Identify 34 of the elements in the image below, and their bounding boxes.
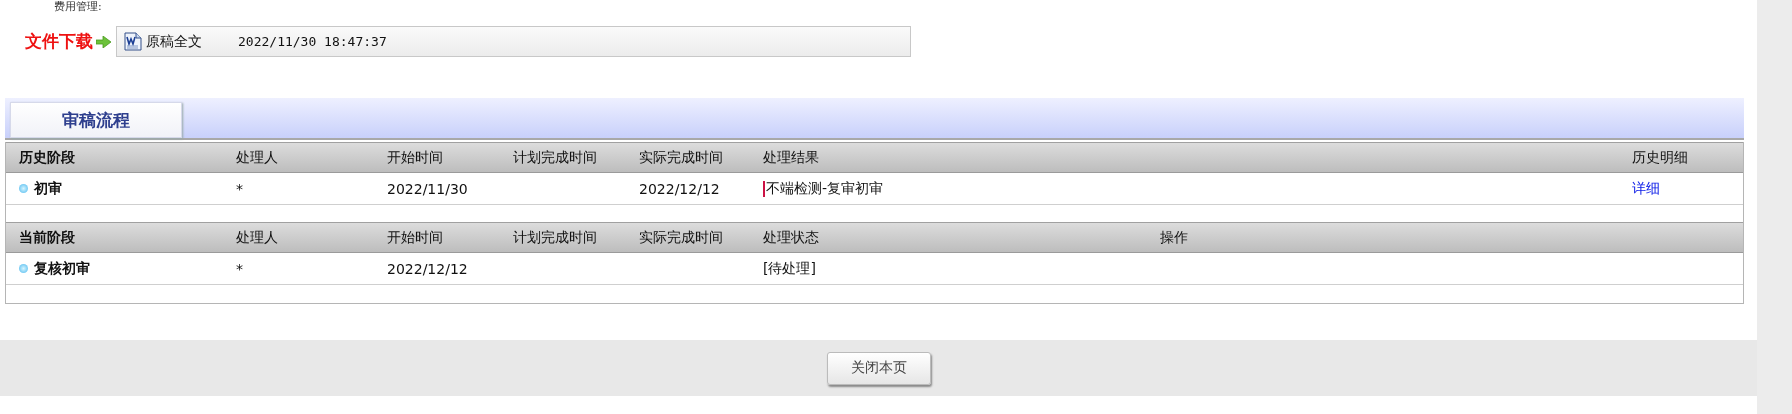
close-page-button[interactable]: 关闭本页	[826, 351, 931, 385]
column-header: 操作	[1160, 228, 1189, 247]
field-label: 费用管理:	[53, 0, 103, 13]
column-header: 开始时间	[387, 228, 444, 247]
table-cell-text: 2022/12/12	[639, 180, 721, 197]
column-header: 处理结果	[763, 148, 820, 167]
table-cell: 复核初审	[34, 259, 90, 278]
document-icon[interactable]	[124, 32, 142, 51]
column-header: 处理状态	[763, 228, 820, 247]
column-header: 实际完成时间	[639, 228, 724, 247]
tab[interactable]: 审稿流程	[10, 102, 182, 138]
column-header: 处理人	[236, 148, 279, 167]
column-header: 历史明细	[1632, 148, 1689, 167]
column-header: 实际完成时间	[639, 148, 724, 167]
table-cell: 不端检测-复审初审	[766, 179, 884, 198]
column-header: 计划完成时间	[513, 148, 598, 167]
table-cell-text: 2022/12/12	[387, 260, 469, 277]
table-cell: 初审	[34, 179, 62, 198]
table-cell-text: *	[236, 180, 244, 197]
column-header: 计划完成时间	[513, 228, 598, 247]
table-cell-text: [待处理]	[763, 259, 817, 278]
column-header: 历史阶段	[18, 148, 76, 167]
detail-link[interactable]: 详细	[1632, 179, 1660, 196]
table-cell-text: *	[236, 260, 244, 277]
column-header: 开始时间	[387, 148, 444, 167]
bullet-icon	[19, 184, 28, 193]
column-header: 处理人	[236, 228, 279, 247]
bullet-icon	[19, 264, 28, 273]
download-label: 文件下载	[25, 30, 93, 53]
file-link[interactable]: 原稿全文	[146, 32, 202, 51]
arrow-icon	[96, 35, 111, 48]
column-header: 当前阶段	[18, 228, 76, 247]
table-cell-text: 2022/11/30	[387, 180, 469, 197]
file-time: 2022/11/30 18:47:37	[238, 34, 387, 49]
